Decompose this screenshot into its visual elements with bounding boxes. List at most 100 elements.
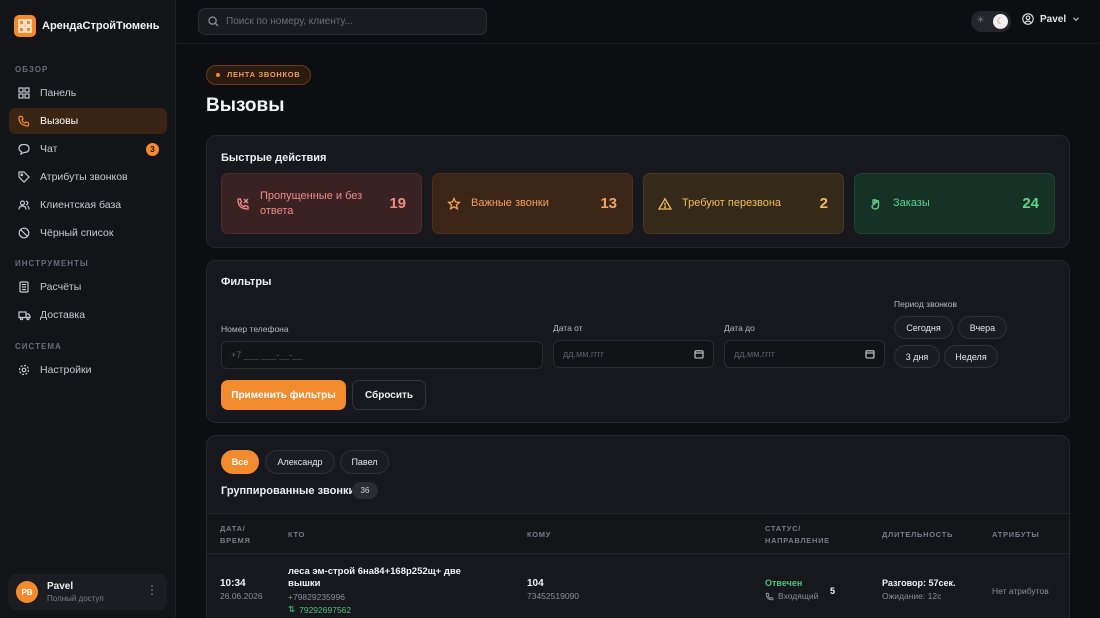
hand-icon (869, 197, 885, 211)
search-box[interactable] (198, 8, 487, 35)
date-to-input[interactable] (734, 349, 884, 359)
theme-toggle[interactable]: ☀ ☾ (971, 11, 1011, 32)
brand[interactable]: АрендаСтройТюмень (0, 0, 175, 52)
quick-action-callback[interactable]: Требуют перезвона 2 (643, 173, 844, 234)
search-icon (208, 16, 219, 27)
top-header: ☀ ☾ Pavel (177, 0, 1100, 44)
callee-phone: 73452519090 (527, 591, 580, 601)
sidebar-item-label: Расчёты (40, 281, 82, 293)
dashboard-icon (17, 86, 31, 100)
date-to-field[interactable] (724, 340, 885, 368)
quick-action-important[interactable]: Важные звонки 13 (432, 173, 633, 234)
talk-duration: Разговор: 57сек. (882, 578, 956, 588)
user-role: Полный доступ (47, 594, 104, 603)
caller-name[interactable]: леса эм-строй 6на84+168р252щ+ две вышки (288, 566, 468, 590)
quick-action-missed[interactable]: Пропущенные и без ответа 19 (221, 173, 422, 234)
tag-icon (17, 170, 31, 184)
grouped-calls-title: Группированные звонки (221, 485, 356, 497)
column-header-status[interactable]: СТАТУС/ НАПРАВЛЕНИЕ (765, 523, 845, 547)
sidebar-item-calculations[interactable]: Расчёты (9, 274, 167, 300)
header-user-menu[interactable]: Pavel (1022, 13, 1080, 25)
calendar-icon[interactable] (694, 349, 704, 359)
header-user-name: Pavel (1040, 13, 1067, 25)
sidebar-item-chat[interactable]: Чат 3 (9, 136, 167, 162)
date-from-label: Дата от (553, 323, 583, 333)
quick-action-count: 19 (389, 195, 406, 212)
column-header-datetime[interactable]: ДАТА/ ВРЕМЯ (220, 523, 256, 547)
more-vertical-icon[interactable]: ⋮ (146, 584, 158, 596)
truck-icon (17, 308, 31, 322)
avatar: PB (16, 581, 38, 603)
tab-all[interactable]: Все (221, 450, 259, 474)
quick-action-count: 13 (600, 195, 617, 212)
period-3days-button[interactable]: 3 дня (894, 345, 940, 368)
call-direction: Входящий (778, 591, 819, 601)
gear-icon (17, 363, 31, 377)
callee-extension: 104 (527, 578, 544, 589)
sidebar-user-card[interactable]: PB Pavel Полный доступ ⋮ (8, 574, 167, 610)
call-time: 10:34 (220, 578, 246, 589)
date-to-label: Дата до (724, 323, 755, 333)
call-status: Отвечен (765, 578, 803, 588)
sidebar-item-call-attributes[interactable]: Атрибуты звонков (9, 164, 167, 190)
warning-icon (658, 197, 674, 211)
sidebar-item-label: Панель (40, 87, 77, 99)
sidebar: АрендаСтройТюмень ОБЗОР Панель Вызовы Ча… (0, 0, 176, 618)
sidebar-item-clients[interactable]: Клиентская база (9, 192, 167, 218)
quick-action-label: Заказы (893, 197, 930, 209)
phone-field[interactable] (221, 341, 543, 369)
section-label-tools: ИНСТРУМЕНТЫ (15, 259, 89, 268)
table-header: ДАТА/ ВРЕМЯ КТО КОМУ СТАТУС/ НАПРАВЛЕНИЕ… (207, 513, 1069, 554)
period-today-button[interactable]: Сегодня (894, 316, 953, 339)
brand-logo-icon (14, 15, 36, 37)
sidebar-item-calls[interactable]: Вызовы (9, 108, 167, 134)
sidebar-item-label: Доставка (40, 309, 86, 321)
sidebar-item-settings[interactable]: Настройки (9, 357, 167, 383)
call-group-count: 5 (830, 586, 836, 596)
chat-unread-badge: 3 (146, 143, 159, 156)
tab-pavel[interactable]: Павел (340, 450, 389, 474)
phone-label: Номер телефона (221, 324, 289, 334)
period-yesterday-button[interactable]: Вчера (958, 316, 1007, 339)
sidebar-item-delivery[interactable]: Доставка (9, 302, 167, 328)
sidebar-item-label: Атрибуты звонков (40, 171, 128, 183)
apply-filters-button[interactable]: Применить фильтры (221, 380, 346, 410)
quick-action-count: 2 (819, 195, 828, 212)
quick-actions-card: Быстрые действия Пропущенные и без ответ… (206, 135, 1070, 248)
sidebar-item-label: Клиентская база (40, 199, 122, 211)
call-date: 26.06.2026 (220, 591, 263, 601)
sidebar-item-dashboard[interactable]: Панель (9, 80, 167, 106)
quick-action-orders[interactable]: Заказы 24 (854, 173, 1055, 234)
brand-name: АрендаСтройТюмень (42, 20, 160, 32)
tab-alexander[interactable]: Александр (265, 450, 335, 474)
section-label-overview: ОБЗОР (15, 65, 49, 74)
calendar-icon[interactable] (865, 349, 875, 359)
filters-title: Фильтры (221, 276, 272, 288)
transfer-icon: ⇅ (288, 604, 296, 614)
phone-input[interactable] (231, 350, 542, 360)
users-icon (17, 198, 31, 212)
sidebar-item-blacklist[interactable]: Чёрный список (9, 220, 167, 246)
table-row[interactable]: 10:34 26.06.2026 леса эм-строй 6на84+168… (207, 555, 1069, 618)
incoming-call-icon (765, 592, 774, 600)
column-header-to[interactable]: КОМУ (527, 529, 551, 541)
user-circle-icon (1022, 13, 1034, 25)
block-icon (17, 226, 31, 240)
column-header-duration[interactable]: ДЛИТЕЛЬНОСТЬ (882, 529, 953, 541)
chevron-down-icon (1073, 17, 1080, 22)
filters-card: Фильтры Номер телефона Дата от Дата до П… (206, 260, 1070, 423)
date-from-input[interactable] (563, 349, 713, 359)
search-input[interactable] (226, 16, 476, 27)
column-header-attributes[interactable]: АТРИБУТЫ (992, 529, 1039, 541)
date-from-field[interactable] (553, 340, 714, 368)
calls-card: Все Александр Павел Группированные звонк… (206, 435, 1070, 618)
reset-filters-button[interactable]: Сбросить (352, 380, 426, 410)
quick-actions-title: Быстрые действия (221, 152, 327, 164)
sidebar-item-label: Чёрный список (40, 227, 114, 239)
column-header-who[interactable]: КТО (288, 529, 305, 541)
moon-icon: ☾ (993, 14, 1008, 29)
caller-phone[interactable]: +79829235996 (288, 592, 468, 602)
period-week-button[interactable]: Неделя (944, 345, 998, 368)
caller-extra-phone[interactable]: 79292697562 (299, 605, 351, 615)
call-attributes: Нет атрибутов (992, 586, 1049, 596)
